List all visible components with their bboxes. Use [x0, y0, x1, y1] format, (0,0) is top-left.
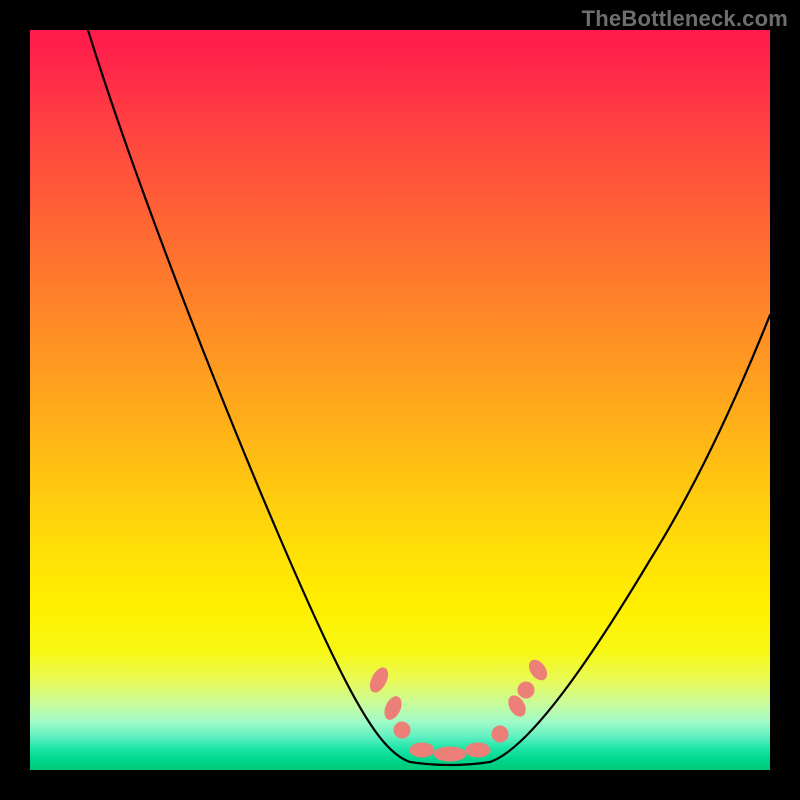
curve-left [88, 30, 410, 762]
marker [382, 694, 405, 722]
marker [492, 726, 508, 742]
watermark-text: TheBottleneck.com [582, 6, 788, 32]
curve-floor [410, 762, 490, 765]
marker [410, 743, 434, 757]
marker [526, 657, 550, 683]
marker [367, 665, 391, 695]
plot-area [30, 30, 770, 770]
chart-svg [30, 30, 770, 770]
marker [466, 743, 490, 757]
marker [394, 722, 410, 738]
markers-group [367, 657, 550, 761]
marker [434, 747, 466, 761]
chart-frame: TheBottleneck.com [0, 0, 800, 800]
marker [518, 682, 534, 698]
